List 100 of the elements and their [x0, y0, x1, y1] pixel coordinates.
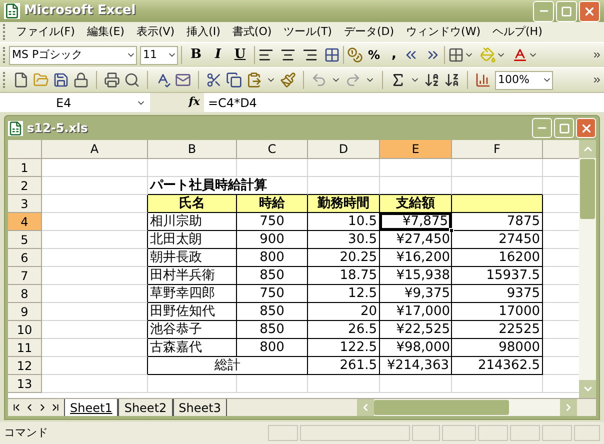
italic-button[interactable]: I: [207, 45, 229, 65]
column-header[interactable]: B: [148, 140, 237, 159]
fill-handle[interactable]: [449, 228, 454, 233]
column-header[interactable]: C: [237, 140, 308, 159]
print-icon[interactable]: [104, 72, 120, 88]
scroll-thumb[interactable]: [580, 159, 595, 219]
table-cell: 98000: [452, 339, 543, 357]
maximize-icon: [558, 122, 570, 134]
maximize-icon: [561, 6, 572, 16]
column-header[interactable]: F: [452, 140, 543, 159]
row-header[interactable]: 9: [8, 303, 42, 321]
horizontal-scrollbar[interactable]: [357, 399, 577, 416]
empty-cell: [237, 375, 308, 393]
sheet-tab[interactable]: Sheet1: [64, 399, 118, 416]
row-header[interactable]: 12: [8, 357, 42, 375]
menu-item[interactable]: 書式(O): [227, 24, 277, 40]
table-cell: 26.5: [308, 321, 380, 339]
table-cell: 850: [237, 303, 308, 321]
close-button[interactable]: [579, 0, 600, 22]
row-header[interactable]: 10: [8, 321, 42, 339]
copy-icon[interactable]: [226, 72, 242, 88]
sheet-tab[interactable]: Sheet2: [118, 399, 173, 416]
bold-button[interactable]: B: [185, 45, 207, 65]
toolbar-grip[interactable]: [3, 47, 6, 63]
sheet-tab[interactable]: Sheet3: [172, 399, 227, 416]
workbook-title: s12-5.xls: [27, 120, 89, 137]
row-header[interactable]: 5: [8, 231, 42, 249]
font-name-dropdown[interactable]: MS Pゴシック: [9, 46, 137, 64]
align-right-icon[interactable]: [302, 47, 318, 63]
sort-descending-icon[interactable]: [444, 72, 460, 88]
menu-item[interactable]: ウィンドウ(W): [401, 24, 486, 40]
table-cell: 朝井長政: [148, 249, 237, 267]
table-cell: 800: [237, 339, 308, 357]
status-panel: [412, 425, 440, 441]
row-header[interactable]: 8: [8, 285, 42, 303]
table-cell: 田野佐知代: [148, 303, 237, 321]
toolbar-grip[interactable]: [3, 24, 6, 40]
row-header[interactable]: 11: [8, 339, 42, 357]
comma-button[interactable]: ,: [385, 45, 403, 65]
zoom-dropdown[interactable]: 100%: [495, 70, 553, 90]
row-header[interactable]: 7: [8, 267, 42, 285]
new-file-icon[interactable]: [13, 72, 29, 88]
table-cell: 15937.5: [452, 267, 543, 285]
chart-wizard-icon[interactable]: [475, 72, 491, 88]
percent-button[interactable]: %: [363, 46, 385, 64]
last-sheet-icon[interactable]: [50, 402, 61, 413]
table-cell: 12.5: [308, 285, 380, 303]
formula-field[interactable]: =C4*D4: [204, 94, 604, 112]
empty-cell: [380, 159, 452, 177]
font-color-icon[interactable]: [512, 47, 528, 63]
font-size-dropdown[interactable]: 11: [140, 46, 178, 64]
column-header[interactable]: A: [42, 140, 148, 159]
status-panel: [574, 425, 600, 441]
toolbar-options-icon[interactable]: [592, 75, 602, 85]
menu-item[interactable]: 挿入(I): [182, 24, 226, 40]
table-cell: 850: [237, 321, 308, 339]
table-cell-text: ¥27,450: [395, 231, 451, 248]
print-preview-icon[interactable]: [124, 72, 140, 88]
table-cell: 850: [237, 267, 308, 285]
column-heading: 勤務時間: [308, 195, 380, 213]
column-heading: 氏名: [148, 195, 237, 213]
status-panel: [542, 425, 572, 441]
total-label: 総計: [148, 357, 308, 375]
toolbar-options-icon[interactable]: [592, 50, 602, 60]
align-left-icon[interactable]: [258, 47, 274, 63]
row-header[interactable]: 2: [8, 177, 42, 195]
table-cell-text: ¥16,200: [395, 249, 451, 266]
menu-item[interactable]: ツール(T): [278, 24, 337, 40]
paste-icon[interactable]: [246, 72, 262, 88]
menu-item[interactable]: 編集(E): [82, 24, 130, 40]
currency-icon[interactable]: [347, 47, 363, 63]
sort-ascending-icon[interactable]: [424, 72, 440, 88]
active-cell: ¥7,875: [380, 213, 451, 230]
function-label[interactable]: fx: [188, 94, 200, 111]
row-header[interactable]: 6: [8, 249, 42, 267]
column-heading: 時給: [237, 195, 308, 213]
menu-item[interactable]: データ(D): [338, 24, 400, 40]
align-center-icon[interactable]: [280, 47, 296, 63]
menu-item[interactable]: 表示(V): [131, 24, 180, 40]
format-painter-icon[interactable]: [280, 72, 296, 88]
close-button[interactable]: [576, 118, 596, 138]
excel-logo-icon: [4, 3, 20, 19]
menu-item[interactable]: ファイル(F): [11, 24, 80, 40]
row-header[interactable]: 13: [8, 375, 42, 393]
cut-icon[interactable]: [206, 72, 222, 88]
toolbar-grip[interactable]: [3, 72, 6, 88]
row-header[interactable]: 4: [8, 213, 42, 231]
fill-color-icon[interactable]: [480, 47, 496, 63]
first-sheet-icon[interactable]: [11, 402, 22, 413]
row-header[interactable]: 3: [8, 195, 42, 213]
borders-icon[interactable]: [448, 47, 464, 63]
save-icon[interactable]: [53, 72, 69, 88]
table-cell: 7875: [452, 213, 543, 231]
underline-button[interactable]: U: [229, 45, 251, 65]
vertical-scrollbar[interactable]: [579, 140, 596, 398]
table-cell: 18.75: [308, 267, 380, 285]
column-header[interactable]: E: [380, 140, 452, 159]
menu-item[interactable]: ヘルプ(H): [488, 24, 548, 40]
scroll-thumb[interactable]: [374, 400, 509, 415]
row-header[interactable]: 1: [8, 159, 42, 177]
